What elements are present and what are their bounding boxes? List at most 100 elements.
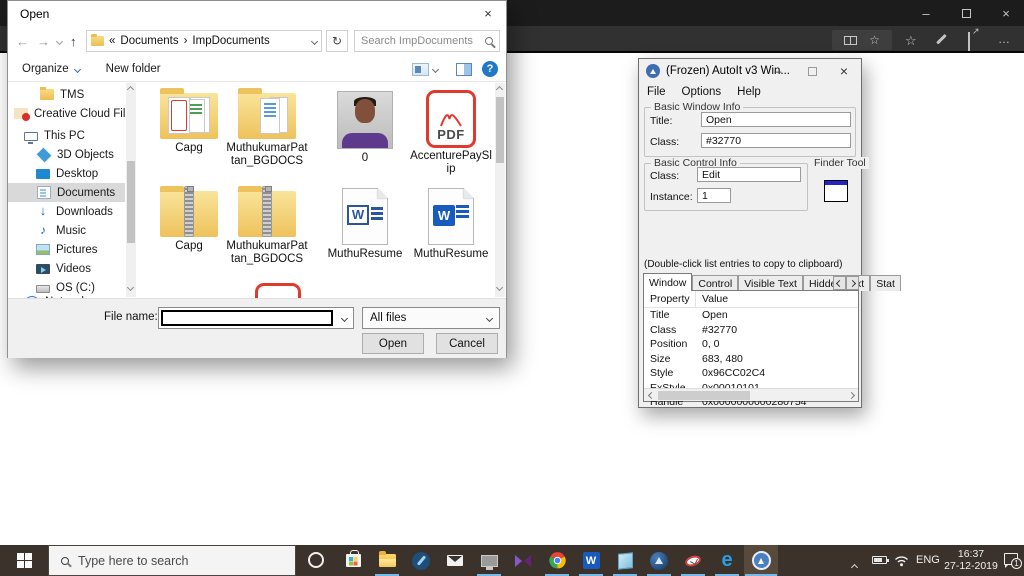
- taskbar-icon-snipping-tool[interactable]: [676, 545, 710, 576]
- language-indicator[interactable]: ENG: [916, 554, 940, 566]
- sidebar-item-3d-objects[interactable]: 3D Objects: [8, 145, 125, 164]
- file-name-dropdown-chevron[interactable]: [340, 314, 349, 323]
- autoit-titlebar[interactable]: (Frozen) AutoIt v3 Win...: [639, 59, 861, 83]
- window-title-field[interactable]: Open: [701, 112, 851, 127]
- file-item-bgdocs-folder[interactable]: MuthukumarPattan_BGDOCS: [224, 85, 310, 168]
- back-button[interactable]: ←: [16, 34, 29, 49]
- file-item-bgdocs-zip[interactable]: MuthukumarPattan_BGDOCS: [224, 183, 310, 266]
- favorites-bar-icon[interactable]: ☆: [905, 34, 917, 47]
- scroll-right-button[interactable]: [844, 389, 858, 401]
- recent-locations-chevron[interactable]: [55, 37, 64, 45]
- property-row[interactable]: Title Open: [644, 308, 858, 323]
- sidebar-item-music[interactable]: ♪ Music: [8, 221, 125, 240]
- action-center-icon[interactable]: 1: [1004, 553, 1022, 569]
- edge-restore-button[interactable]: [948, 0, 984, 26]
- taskbar-search-input[interactable]: Type here to search: [48, 545, 296, 576]
- edge-minimize-button[interactable]: –: [908, 0, 944, 26]
- property-row[interactable]: Class #32770: [644, 323, 858, 338]
- autoit-maximize-button[interactable]: [797, 59, 827, 83]
- taskbar-icon-visual-studio[interactable]: [506, 545, 540, 576]
- file-item-capg-zip[interactable]: Capg: [146, 183, 232, 253]
- menu-file[interactable]: File: [647, 86, 666, 98]
- open-dialog-titlebar[interactable]: Open: [8, 1, 506, 27]
- battery-icon[interactable]: [872, 556, 889, 564]
- hscroll-thumb[interactable]: [658, 391, 750, 400]
- property-list[interactable]: Property Value Title Open Class #32770 Pos…: [643, 290, 859, 408]
- more-options-icon[interactable]: …: [998, 32, 1011, 46]
- filelist-scrollbar[interactable]: [495, 83, 505, 297]
- taskbar-clock[interactable]: 16:37 27-12-2019: [942, 548, 1000, 572]
- menu-help[interactable]: Help: [737, 86, 761, 98]
- tab-window[interactable]: Window: [643, 273, 693, 291]
- web-note-pen-icon[interactable]: [936, 33, 947, 45]
- file-item-muthuresume-docx[interactable]: W MuthuResume: [408, 183, 494, 261]
- file-item-muthuresume-doc[interactable]: W MuthuResume: [322, 183, 408, 261]
- breadcrumb[interactable]: « Documents › ImpDocuments: [86, 30, 322, 52]
- instance-field[interactable]: 1: [697, 188, 731, 203]
- sidebar-item-documents[interactable]: Documents: [8, 183, 125, 202]
- file-item-accenture-payslip[interactable]: PDF AccenturePaySlip: [408, 85, 494, 176]
- file-type-filter[interactable]: All files: [362, 307, 500, 329]
- sidebar-scrollbar[interactable]: [126, 83, 136, 297]
- wifi-icon[interactable]: [894, 554, 909, 572]
- reading-view-icon[interactable]: [844, 35, 858, 45]
- clipped-pdf-icon[interactable]: [255, 283, 301, 298]
- scroll-up-icon[interactable]: [126, 85, 135, 94]
- search-input[interactable]: Search ImpDocuments: [354, 30, 500, 52]
- menu-options[interactable]: Options: [682, 86, 722, 98]
- property-row[interactable]: Position 0, 0: [644, 337, 858, 352]
- tray-expand-chevron[interactable]: [850, 557, 859, 575]
- taskbar-icon-wrench-tool[interactable]: [404, 545, 438, 576]
- property-row[interactable]: Size 683, 480: [644, 352, 858, 367]
- sidebar-item-tms[interactable]: TMS: [8, 85, 125, 104]
- taskbar-icon-word[interactable]: W: [574, 545, 608, 576]
- property-row[interactable]: Style 0x96CC02C4: [644, 366, 858, 381]
- cortana-icon[interactable]: [308, 552, 324, 568]
- taskbar-icon-file-explorer[interactable]: [370, 545, 404, 576]
- cancel-button[interactable]: Cancel: [436, 333, 498, 354]
- taskbar-icon-autoit-window-info[interactable]: [744, 545, 778, 576]
- sidebar-item-this-pc[interactable]: This PC: [8, 126, 125, 145]
- file-item-photo-0[interactable]: 0: [322, 85, 408, 165]
- up-button[interactable]: ↑: [70, 34, 77, 49]
- autoit-close-button[interactable]: ×: [829, 59, 859, 83]
- dialog-close-button[interactable]: ×: [470, 1, 506, 25]
- scrollbar-thumb[interactable]: [127, 161, 135, 243]
- refresh-button[interactable]: ↻: [326, 30, 348, 52]
- breadcrumb-collapse[interactable]: «: [109, 35, 115, 47]
- forward-button[interactable]: →: [37, 34, 50, 49]
- file-name-input[interactable]: [161, 310, 333, 326]
- open-button[interactable]: Open: [362, 333, 424, 354]
- sidebar-item-pictures[interactable]: Pictures: [8, 240, 125, 259]
- column-value[interactable]: Value: [696, 293, 858, 305]
- horizontal-scrollbar[interactable]: [644, 388, 858, 401]
- breadcrumb-item-documents[interactable]: Documents: [120, 35, 178, 47]
- scroll-down-icon[interactable]: [126, 283, 135, 292]
- new-folder-button[interactable]: New folder: [106, 63, 161, 75]
- sidebar-item-videos[interactable]: Videos: [8, 259, 125, 278]
- column-property[interactable]: Property: [644, 291, 696, 307]
- file-item-capg-folder[interactable]: Capg: [146, 85, 232, 155]
- tab-scroll-right[interactable]: [846, 276, 859, 290]
- taskbar-icon-glass-pane-app[interactable]: [608, 545, 642, 576]
- favorite-star-icon[interactable]: ☆: [869, 34, 880, 46]
- help-icon[interactable]: ?: [482, 61, 498, 77]
- tab-scroll-left[interactable]: [833, 276, 846, 290]
- autoit-minimize-button[interactable]: –: [763, 59, 793, 83]
- finder-tool-icon[interactable]: [824, 180, 848, 202]
- taskbar-icon-mail[interactable]: [438, 545, 472, 576]
- address-dropdown-chevron[interactable]: [310, 37, 319, 45]
- taskbar-icon-edge[interactable]: e: [710, 545, 744, 576]
- sidebar-item-downloads[interactable]: ↓ Downloads: [8, 202, 125, 221]
- taskbar-icon-remote-desktop[interactable]: [472, 545, 506, 576]
- control-class-field[interactable]: Edit: [697, 167, 801, 182]
- organize-button[interactable]: Organize: [22, 63, 81, 75]
- file-name-combobox[interactable]: [158, 307, 354, 329]
- tab-visible-text[interactable]: Visible Text: [738, 275, 803, 291]
- scroll-down-icon[interactable]: [495, 283, 504, 292]
- share-icon[interactable]: ↗: [968, 26, 980, 51]
- tab-control[interactable]: Control: [692, 275, 739, 291]
- taskbar-icon-microsoft-store[interactable]: [336, 545, 370, 576]
- sidebar-item-creative-cloud[interactable]: Creative Cloud Files: [8, 104, 125, 123]
- start-button[interactable]: [0, 545, 48, 576]
